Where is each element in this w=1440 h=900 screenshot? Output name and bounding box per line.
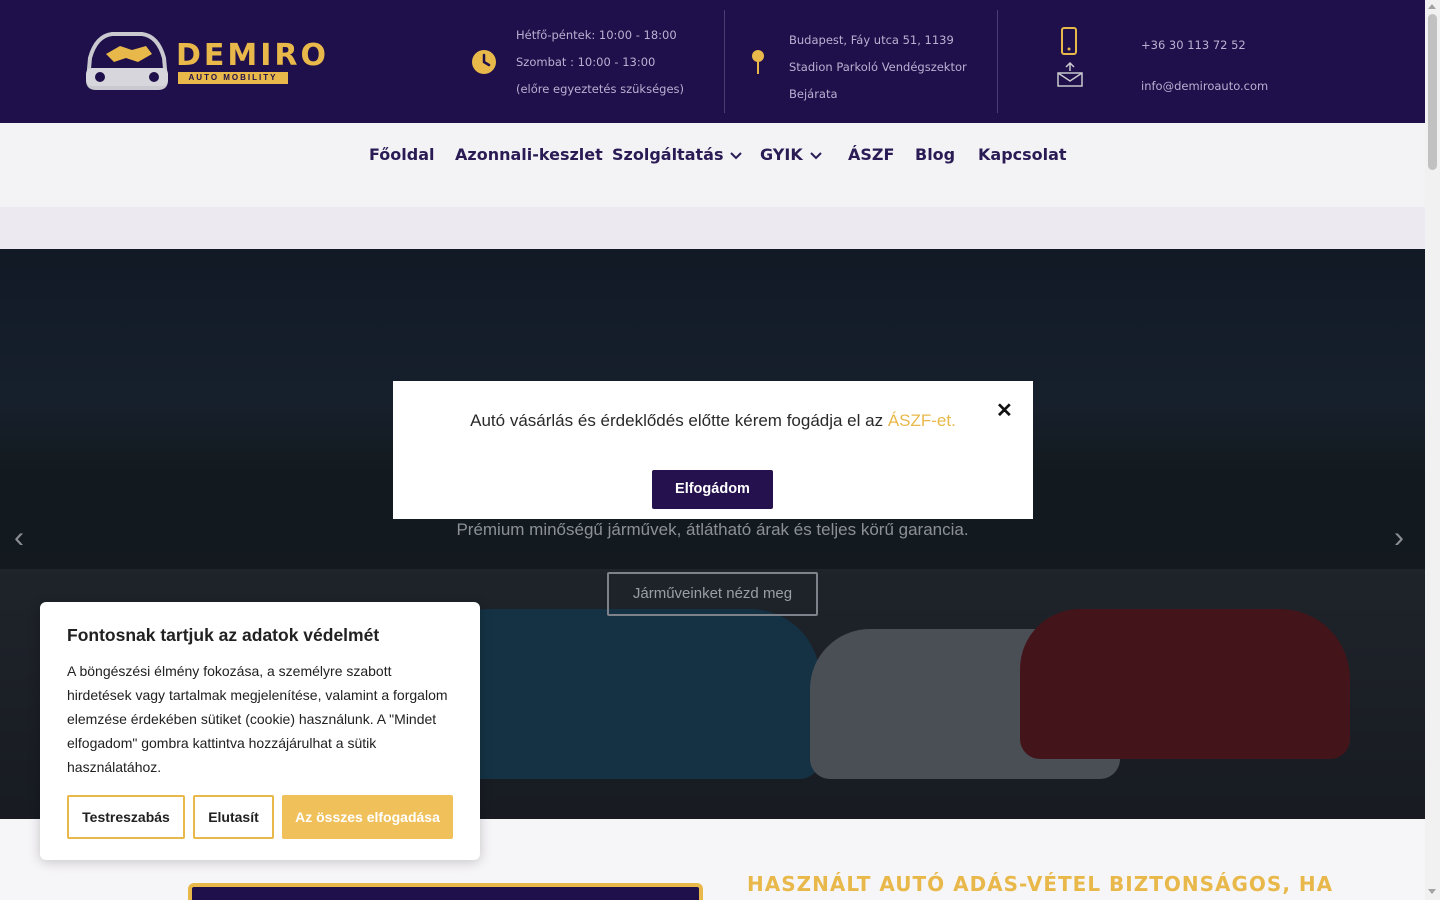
- nav-item-azonnali-keszlet[interactable]: Azonnali-keszlet: [455, 145, 603, 164]
- cookie-customize-button[interactable]: Testreszabás: [67, 795, 185, 839]
- chevron-down-icon: [730, 151, 743, 159]
- main-nav: Főoldal Azonnali-keszlet Szolgáltatás GY…: [0, 123, 1425, 207]
- phone-number[interactable]: +36 30 113 72 52: [1141, 32, 1246, 59]
- address-line-3: Bejárata: [789, 87, 838, 101]
- logo[interactable]: DEMIRO AUTO MOBILITY: [82, 28, 326, 94]
- chevron-down-icon: [810, 151, 822, 159]
- nav-item-label: Szolgáltatás: [612, 145, 724, 164]
- hours-note: (előre egyeztetés szükséges): [516, 82, 685, 96]
- top-info-bar: DEMIRO AUTO MOBILITY Hétfő-péntek: 10:00…: [0, 0, 1425, 123]
- section-heading: HASZNÁLT AUTÓ ADÁS-VÉTEL BIZTONSÁGOS, HA: [747, 872, 1334, 896]
- slider-next-icon[interactable]: ›: [1394, 521, 1404, 555]
- scroll-thumb[interactable]: [1428, 14, 1437, 170]
- divider: [997, 10, 998, 113]
- modal-message: Autó vásárlás és érdeklődés előtte kérem…: [393, 411, 1033, 431]
- hero-subtitle: Prémium minőségű járművek, átlátható ára…: [456, 520, 969, 539]
- cookie-accept-all-button[interactable]: Az összes elfogadása: [282, 795, 453, 839]
- close-icon[interactable]: ✕: [996, 398, 1013, 423]
- nav-item-szolgaltatas[interactable]: Szolgáltatás: [612, 145, 743, 164]
- nav-item-kapcsolat[interactable]: Kapcsolat: [978, 145, 1067, 164]
- nav-item-label: GYIK: [760, 145, 803, 164]
- scroll-up-icon[interactable]: [1428, 4, 1436, 9]
- modal-text: Autó vásárlás és érdeklődés előtte kérem…: [470, 411, 888, 430]
- address-block: Budapest, Fáy utca 51, 1139 Stadion Park…: [789, 27, 967, 108]
- clock-icon: [472, 50, 496, 74]
- address-line-1: Budapest, Fáy utca 51, 1139: [789, 33, 954, 47]
- cookie-body: A böngészési élmény fokozása, a személyr…: [67, 663, 448, 775]
- map-pin-icon: [752, 50, 764, 74]
- nav-item-fooldal[interactable]: Főoldal: [369, 145, 434, 164]
- logo-wordmark: DEMIRO: [176, 38, 330, 73]
- email-address[interactable]: info@demiroauto.com: [1141, 73, 1268, 100]
- hours-block: Hétfő-péntek: 10:00 - 18:00 Szombat : 10…: [516, 22, 684, 103]
- envelope-icon: [1057, 62, 1083, 87]
- scroll-down-icon[interactable]: [1428, 889, 1436, 894]
- cookie-reject-button[interactable]: Elutasít: [193, 795, 274, 839]
- hours-saturday: Szombat : 10:00 - 13:00: [516, 55, 656, 69]
- hours-weekday: Hétfő-péntek: 10:00 - 18:00: [516, 28, 677, 42]
- smartphone-icon: [1061, 27, 1077, 55]
- car-handshake-logo-icon: [85, 32, 169, 90]
- nav-item-aszf[interactable]: ÁSZF: [848, 145, 894, 164]
- slider-prev-icon[interactable]: ‹: [14, 521, 24, 555]
- address-line-2: Stadion Parkoló Vendégszektor: [789, 60, 967, 74]
- modal-terms-link[interactable]: ÁSZF-et.: [888, 411, 956, 430]
- cookie-consent: Fontosnak tartjuk az adatok védelmét A b…: [40, 602, 480, 860]
- scrollbar[interactable]: [1425, 0, 1440, 900]
- divider: [724, 10, 725, 113]
- nav-underband: [0, 207, 1425, 249]
- logo-tagline: AUTO MOBILITY: [178, 72, 288, 84]
- terms-modal: Autó vásárlás és érdeklődés előtte kérem…: [393, 381, 1033, 519]
- image-card: [188, 883, 703, 900]
- nav-item-gyik[interactable]: GYIK: [760, 145, 822, 164]
- nav-item-blog[interactable]: Blog: [915, 145, 955, 164]
- cookie-title: Fontosnak tartjuk az adatok védelmét: [67, 625, 380, 645]
- hero-cta-button[interactable]: Járműveinket nézd meg: [607, 572, 818, 616]
- page: DEMIRO AUTO MOBILITY Hétfő-péntek: 10:00…: [0, 0, 1440, 900]
- accept-terms-button[interactable]: Elfogádom: [652, 470, 773, 509]
